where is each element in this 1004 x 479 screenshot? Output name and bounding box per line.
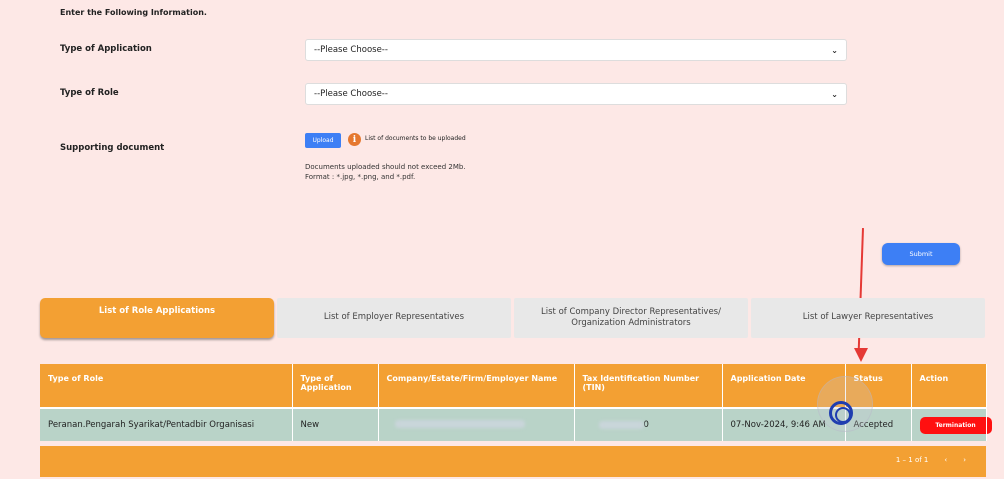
chevron-left-icon[interactable]: ‹ — [944, 456, 947, 464]
upload-format-note: Format : *.jpg, *.png, and *.pdf. — [305, 173, 416, 181]
application-type-label: Type of Application — [60, 44, 152, 54]
click-indicator-icon — [829, 401, 853, 425]
redacted-text — [598, 420, 644, 429]
tin-suffix: 0 — [643, 420, 649, 430]
role-type-select[interactable]: --Please Choose-- ⌄ — [305, 83, 847, 105]
tab-employer-representatives[interactable]: List of Employer Representatives — [277, 298, 511, 338]
column-header[interactable]: Type of Application — [292, 364, 379, 408]
chevron-right-icon[interactable]: › — [963, 456, 966, 464]
company-name-cell — [378, 407, 575, 441]
pagination: 1 – 1 of 1 ‹ › — [896, 456, 966, 464]
tab-role-applications[interactable]: List of Role Applications — [40, 298, 274, 338]
role-type-label: Type of Role — [60, 88, 119, 98]
tab-director-representatives[interactable]: List of Company Director Representatives… — [514, 298, 748, 338]
form-heading: Enter the Following Information. — [60, 8, 207, 17]
table-footer: 1 – 1 of 1 ‹ › — [40, 446, 986, 477]
annotation-arrow-head — [854, 348, 868, 362]
column-header[interactable]: Company/Estate/Firm/Employer Name — [378, 364, 575, 408]
application-type-value: --Please Choose-- — [314, 45, 388, 55]
role-type-value: --Please Choose-- — [314, 89, 388, 99]
application-type-cell: New — [292, 407, 379, 441]
upload-size-note: Documents uploaded should not exceed 2Mb… — [305, 163, 466, 171]
tin-cell: 0 — [574, 407, 723, 441]
termination-button[interactable]: Termination — [919, 416, 992, 434]
document-list-link[interactable]: List of documents to be uploaded — [365, 135, 466, 142]
action-cell: Termination — [911, 407, 992, 441]
info-icon[interactable]: i — [348, 133, 361, 146]
chevron-down-icon: ⌄ — [831, 89, 838, 99]
supporting-document-label: Supporting document — [60, 143, 165, 153]
application-type-select[interactable]: --Please Choose-- ⌄ — [305, 39, 847, 61]
column-header[interactable]: Type of Role — [40, 364, 293, 408]
upload-button[interactable]: Upload — [305, 133, 341, 148]
tab-lawyer-representatives[interactable]: List of Lawyer Representatives — [751, 298, 985, 338]
column-header[interactable]: Tax Identification Number (TIN) — [574, 364, 723, 408]
role-cell: Peranan.Pengarah Syarikat/Pentadbir Orga… — [40, 407, 293, 441]
redacted-text — [394, 419, 525, 428]
pagination-range: 1 – 1 of 1 — [895, 456, 929, 464]
chevron-down-icon: ⌄ — [831, 45, 838, 55]
submit-button[interactable]: Submit — [882, 243, 960, 265]
column-header[interactable]: Action — [911, 364, 987, 408]
